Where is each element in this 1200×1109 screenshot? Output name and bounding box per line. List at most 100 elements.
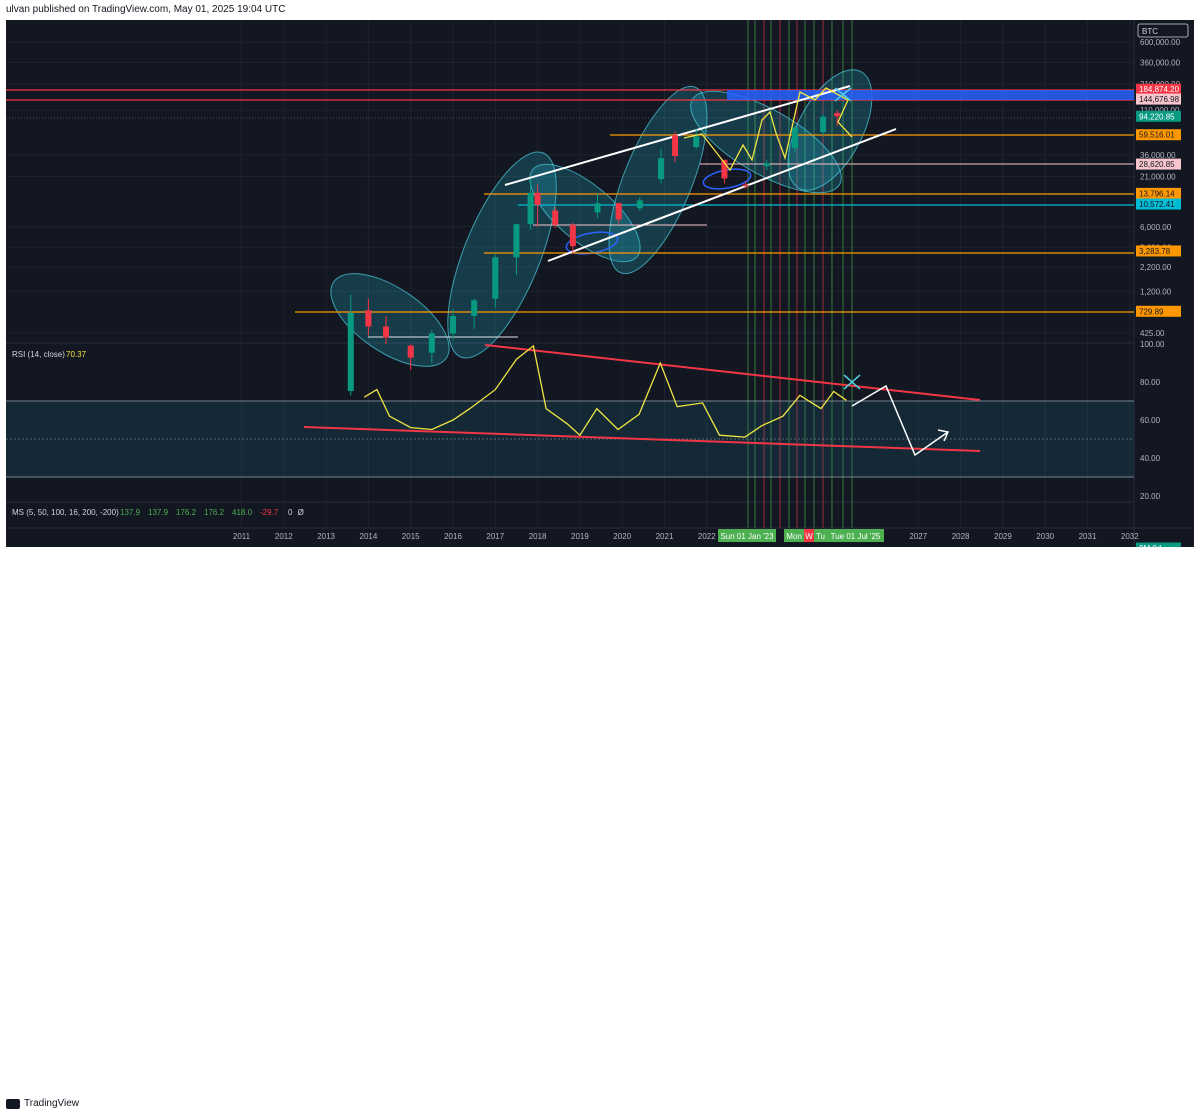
year-label: 2028 [952, 532, 970, 541]
price-tick-label: 425.00 [1140, 329, 1165, 338]
target-zone [727, 90, 1134, 100]
year-label: 2016 [444, 532, 462, 541]
candle [569, 222, 576, 254]
ms-value: 137.9 [148, 508, 169, 517]
candle-body [552, 210, 559, 225]
price-tick-label: 6,000.00 [1140, 223, 1172, 232]
candle-body [513, 224, 520, 258]
price-label-text: 3,283.78 [1139, 247, 1171, 256]
price-label: 184,874.20 [1136, 83, 1181, 95]
year-label: 2021 [656, 532, 674, 541]
price-label: 13,796.14 [1136, 187, 1181, 199]
year-label: 2014 [360, 532, 378, 541]
price-label: 10,572.41 [1136, 198, 1181, 210]
candle-body [820, 116, 827, 133]
price-label-text: 10,572.41 [1139, 200, 1175, 209]
price-label-text: 144,676.98 [1139, 95, 1180, 104]
price-label: 144,676.98 [1136, 93, 1181, 105]
time-axis-markers: Sun 01 Jan '23 Mon W Tu Tue 01 Jul '25 [718, 529, 884, 542]
candle-body [383, 326, 390, 338]
candle-body [615, 203, 622, 220]
year-label: 2027 [909, 532, 927, 541]
candle-body [527, 192, 534, 225]
year-label: 2018 [529, 532, 547, 541]
candle-body [569, 224, 576, 247]
time-axis: 2011 2012 2013 2014 2015 2016 2017 2018 2019 2020… [233, 532, 1139, 541]
rsi-legend-label: RSI (14, close) [12, 350, 65, 359]
price-label-text: 94,220.85 [1139, 112, 1175, 121]
ms-value: 137.9 [120, 508, 141, 517]
price-tick-label: 360,000.00 [1140, 58, 1181, 67]
time-marker-text: Mon [786, 532, 802, 541]
symbol-badge: BTC [1137, 23, 1189, 38]
year-label: 2020 [613, 532, 631, 541]
time-marker-text: Tu [816, 532, 825, 541]
price-tick-label: 36,000.00 [1140, 151, 1176, 160]
ms-value: 0 [288, 508, 293, 517]
price-label-text: 729.89 [1139, 307, 1164, 316]
candle-body [636, 200, 643, 209]
candle-body [428, 333, 435, 353]
price-label: 3,283.78 [1136, 245, 1181, 257]
price-tick-label: 600,000.00 [1140, 38, 1181, 47]
candle-body [534, 192, 541, 206]
symbol-label: BTC [1142, 27, 1158, 36]
btc-chart[interactable]: RSI (14, close) 70.37 MS (5, 50, 100, 16… [0, 0, 1200, 567]
rsi-tick-label: 60.00 [1140, 416, 1161, 425]
rsi-axis: 100.00 80.00 60.00 40.00 20.00 [1140, 340, 1165, 501]
price-label: 729.89 [1136, 305, 1181, 317]
time-marker-text: W [805, 532, 813, 541]
time-marker: W [804, 529, 814, 542]
price-label-text: 28,620.85 [1139, 160, 1175, 169]
year-label: 2015 [402, 532, 420, 541]
brand-name: TradingView [24, 1098, 80, 1109]
price-label: 94,220.85 [1136, 110, 1181, 122]
year-label: 2012 [275, 532, 293, 541]
candle-body [763, 163, 770, 167]
ms-value: -29.7 [260, 508, 279, 517]
rsi-tick-label: 40.00 [1140, 454, 1161, 463]
year-label: 2032 [1121, 532, 1139, 541]
year-label: 2022 [698, 532, 716, 541]
candle [407, 344, 414, 370]
tradingview-icon [6, 1098, 20, 1109]
rsi-tick-label: 80.00 [1140, 378, 1161, 387]
candle-body [492, 257, 499, 299]
rsi-legend-value: 70.37 [66, 350, 87, 359]
price-label-text: 13,796.14 [1139, 189, 1175, 198]
candle-body [672, 135, 679, 157]
candle-body [791, 127, 798, 149]
price-tick-label: 21,000.00 [1140, 173, 1176, 182]
time-marker: Tue 01 Jul '25 [827, 529, 884, 542]
price-label-text: 184,874.20 [1139, 85, 1180, 94]
year-label: 2019 [571, 532, 589, 541]
time-marker-text: Sun 01 Jan '23 [720, 532, 774, 541]
time-marker-text: Tue 01 Jul '25 [831, 532, 881, 541]
candle-body [742, 184, 749, 187]
candle-body [834, 112, 841, 117]
time-marker: Mon [784, 529, 804, 542]
candle-body [657, 158, 664, 180]
cycle-ellipse [330, 273, 450, 367]
candle-body [450, 315, 456, 334]
candle-body [407, 345, 414, 358]
price-tick-label: 1,200.00 [1140, 287, 1172, 296]
ms-legend-label: MS (5, 50, 100, 16, 200, -200) [12, 508, 119, 517]
candle-body [347, 312, 354, 392]
price-label: 28,620.85 [1136, 158, 1181, 170]
ms-value: Ø [298, 508, 304, 517]
candle-body [594, 203, 601, 213]
year-label: 2011 [233, 532, 251, 541]
rsi-tick-label: 100.00 [1140, 340, 1165, 349]
rsi-tick-label: 20.00 [1140, 492, 1161, 501]
candle-body [471, 300, 478, 316]
tradingview-logo: TradingView [6, 1098, 79, 1109]
price-label: 59,516.01 [1136, 129, 1181, 141]
time-marker: Tu [814, 529, 827, 542]
candle-body [693, 136, 700, 148]
candle [820, 114, 827, 136]
year-label: 2031 [1079, 532, 1097, 541]
candle-body [365, 310, 372, 327]
year-label: 2029 [994, 532, 1012, 541]
footer-bar: TradingView [0, 547, 1200, 1109]
